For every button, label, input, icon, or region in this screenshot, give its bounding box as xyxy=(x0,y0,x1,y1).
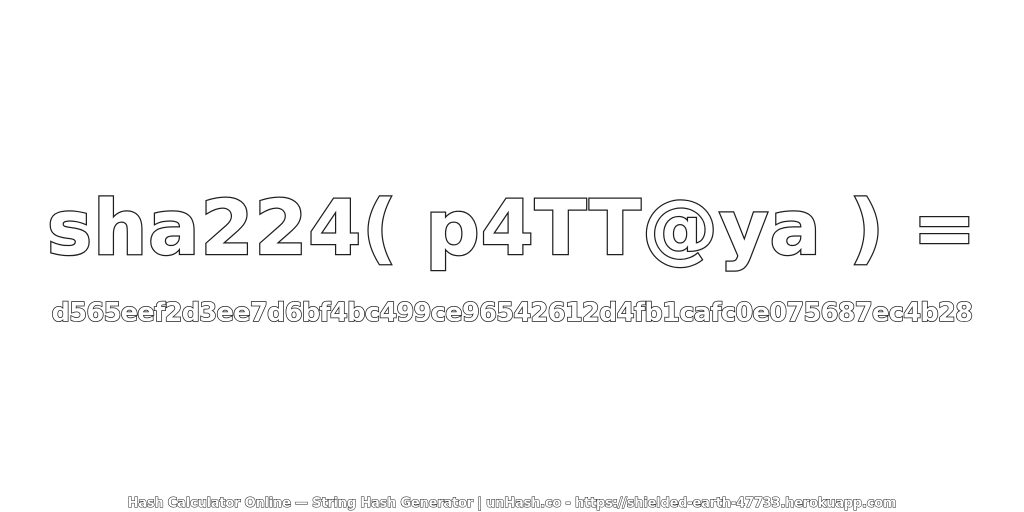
hash-result: d565eef2d3ee7d6bf4bc499ce96542612d4fb1ca… xyxy=(51,297,974,329)
hash-expression: sha224( p4TT@ya ) = xyxy=(46,182,978,274)
footer-credit: Hash Calculator Online — String Hash Gen… xyxy=(127,496,897,512)
